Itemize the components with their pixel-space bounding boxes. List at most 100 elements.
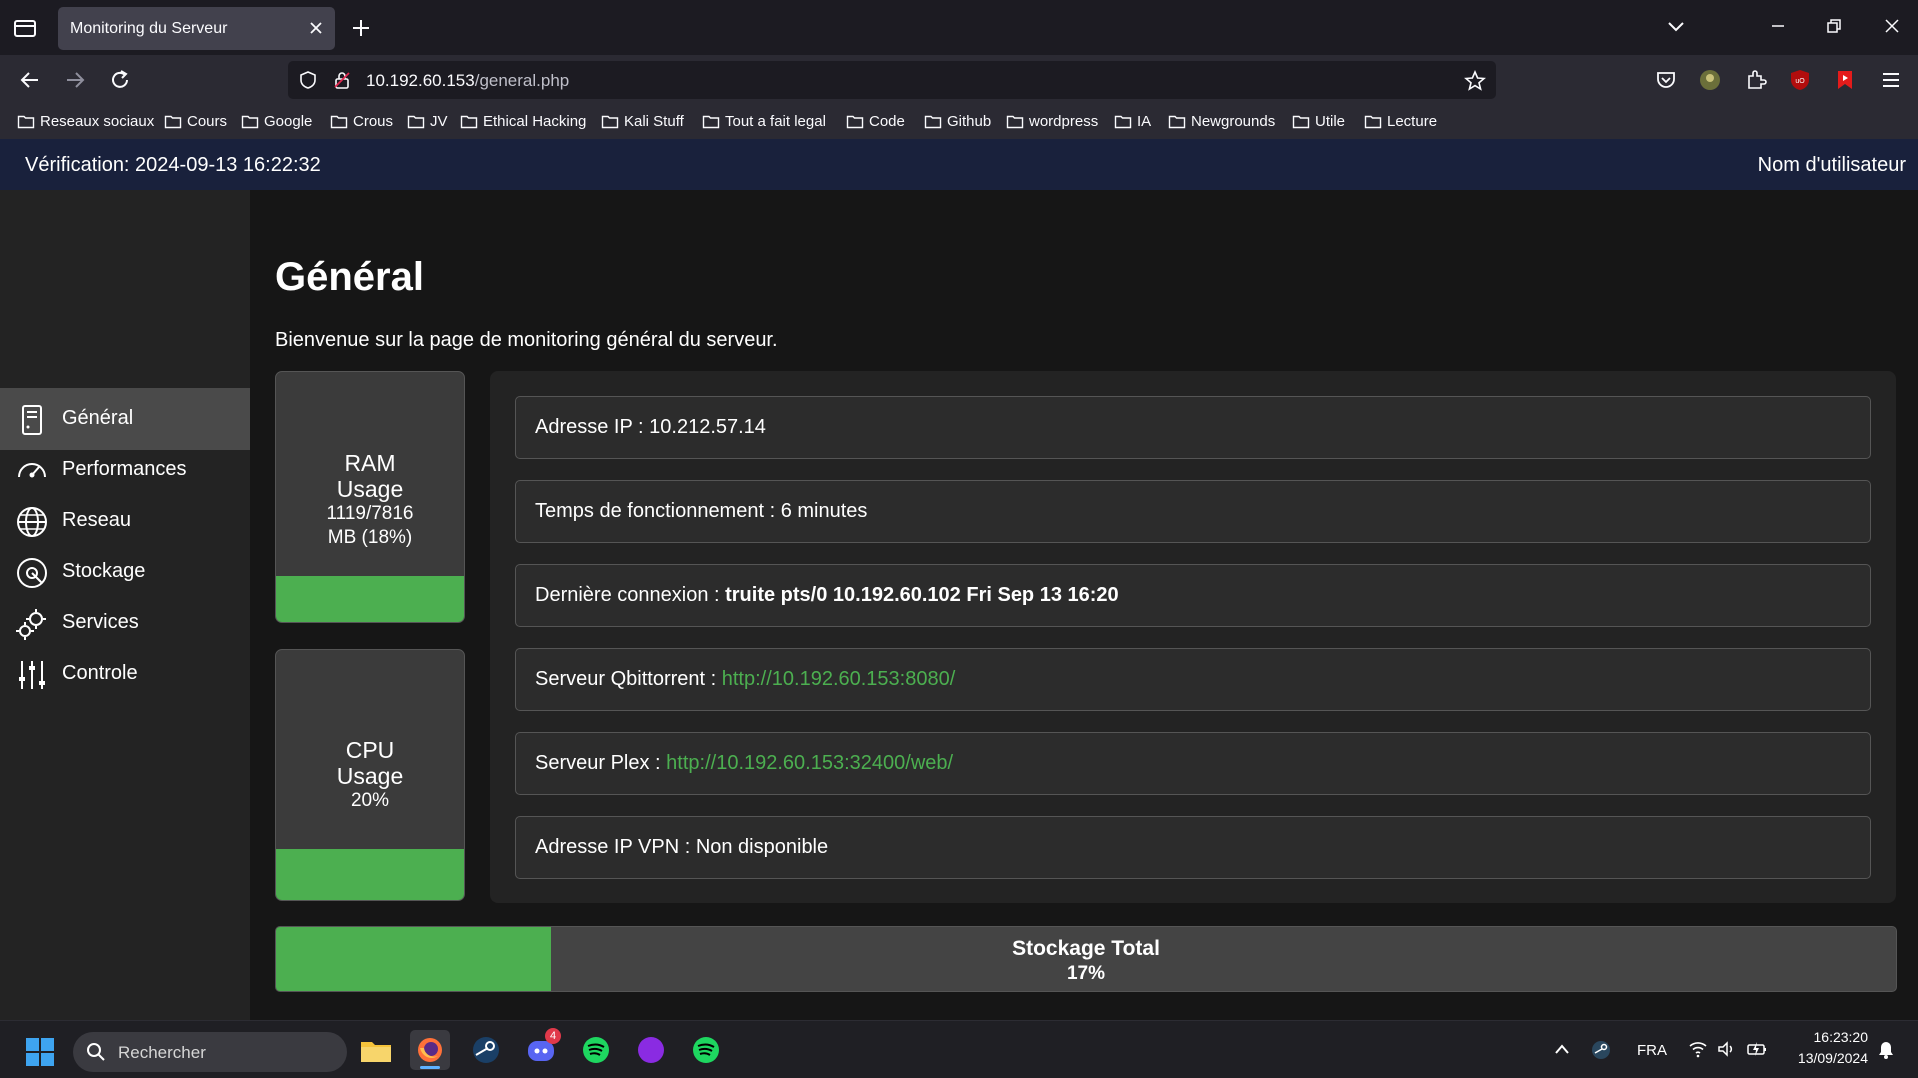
sidebar-item-controle[interactable]: Controle xyxy=(0,643,250,705)
storage-value: 17% xyxy=(1066,963,1106,984)
close-tab-icon[interactable] xyxy=(307,19,325,37)
volume-icon[interactable] xyxy=(1716,1040,1736,1058)
bookmark-star-icon[interactable] xyxy=(1464,70,1486,92)
bookmark-folder[interactable]: Lecture xyxy=(1364,113,1437,130)
bookmark-folder[interactable]: Newgrounds xyxy=(1168,113,1275,130)
info-row: Serveur Qbittorrent : http://10.192.60.1… xyxy=(515,648,1871,711)
ram-title: RAM xyxy=(344,450,396,476)
insecure-lock-icon[interactable] xyxy=(332,70,352,90)
spotify-icon[interactable] xyxy=(576,1030,616,1070)
bookmark-folder[interactable]: JV xyxy=(407,113,448,130)
new-tab-icon[interactable] xyxy=(350,17,372,39)
bookmark-folder[interactable]: IA xyxy=(1114,113,1151,130)
top-header: Vérification: 2024-09-13 16:22:32 Nom d'… xyxy=(0,139,1918,190)
folder-icon xyxy=(17,115,35,129)
folder-icon xyxy=(1364,115,1382,129)
sidebar-item-label: Controle xyxy=(62,662,138,684)
bookmark-folder[interactable]: wordpress xyxy=(1006,113,1098,130)
bookmark-label: Google xyxy=(264,113,313,130)
clock-date[interactable]: 13/09/2024 xyxy=(1785,1050,1868,1066)
folder-icon xyxy=(330,115,348,129)
info-row: Adresse IP : 10.212.57.14 xyxy=(515,396,1871,459)
info-link[interactable]: http://10.192.60.153:32400/web/ xyxy=(666,752,953,774)
show-hidden-icons-chevron-icon[interactable] xyxy=(1553,1042,1571,1056)
info-row: Adresse IP VPN : Non disponible xyxy=(515,816,1871,879)
sidebar: Général Performances Reseau Stockage Service… xyxy=(0,190,250,1020)
menu-hamburger-icon[interactable] xyxy=(1878,67,1904,93)
ram-value-mb: MB (18%) xyxy=(327,527,413,548)
steam-icon[interactable] xyxy=(466,1030,506,1070)
url-text: 10.192.60.153/general.php xyxy=(366,71,569,91)
extensions-puzzle-icon[interactable] xyxy=(1743,67,1769,93)
info-label: Serveur Plex : xyxy=(535,752,667,774)
tab-list-icon[interactable] xyxy=(12,16,38,40)
ram-usage-bar xyxy=(276,576,464,622)
browser-nav-bar: 10.192.60.153/general.php uO xyxy=(0,55,1918,105)
sidebar-item-label: Performances xyxy=(62,458,187,480)
bookmark-label: Github xyxy=(947,113,992,130)
folder-icon xyxy=(1114,115,1132,129)
globe-icon xyxy=(17,507,47,537)
file-explorer-icon[interactable] xyxy=(356,1030,396,1070)
notification-bell-icon[interactable] xyxy=(1876,1040,1896,1060)
cpu-value: 20% xyxy=(350,790,390,811)
ram-title-usage: Usage xyxy=(336,476,404,502)
search-icon xyxy=(87,1043,105,1061)
forward-arrow-icon[interactable] xyxy=(62,67,88,93)
bookmark-folder[interactable]: Github xyxy=(924,113,991,130)
folder-icon xyxy=(1168,115,1186,129)
bookmark-label: Newgrounds xyxy=(1191,113,1276,130)
bookmark-folder[interactable]: Google xyxy=(241,113,312,130)
bookmark-folder[interactable]: Kali Stuff xyxy=(601,113,684,130)
battery-charging-icon[interactable] xyxy=(1746,1040,1768,1058)
shield-icon[interactable] xyxy=(298,70,318,90)
bookmark-folder[interactable]: Reseaux sociaux xyxy=(17,113,154,130)
close-window-icon[interactable] xyxy=(1880,14,1904,38)
folder-icon xyxy=(407,115,425,129)
pocket-icon[interactable] xyxy=(1653,67,1679,93)
info-label: Serveur Qbittorrent : xyxy=(535,668,722,690)
windows-start-icon[interactable] xyxy=(25,1037,55,1067)
language-indicator[interactable]: FRA xyxy=(1637,1042,1667,1059)
folder-icon xyxy=(460,115,478,129)
address-bar[interactable]: 10.192.60.153/general.php xyxy=(288,61,1496,99)
bookmark-label: Kali Stuff xyxy=(624,113,684,130)
clock-time[interactable]: 16:23:20 xyxy=(1790,1029,1869,1045)
url-host: 10.192.60.153 xyxy=(366,71,475,90)
cpu-usage-card: CPU Usage 20% xyxy=(275,649,465,901)
info-value: 6 minutes xyxy=(780,500,868,522)
page-title: Général xyxy=(275,255,424,299)
discord-taskbar-button[interactable]: 4 xyxy=(521,1028,561,1070)
list-all-tabs-icon[interactable] xyxy=(1664,14,1688,38)
bookmark-label: Cours xyxy=(187,113,228,130)
username[interactable]: Nom d'utilisateur xyxy=(1758,154,1906,177)
browser-tab-active[interactable]: Monitoring du Serveur xyxy=(58,7,335,50)
bookmark-folder[interactable]: Code xyxy=(846,113,905,130)
firefox-taskbar-button[interactable] xyxy=(410,1030,450,1070)
bookmark-folder[interactable]: Ethical Hacking xyxy=(460,113,586,130)
info-label: Adresse IP VPN : xyxy=(535,836,696,858)
info-link[interactable]: http://10.192.60.153:8080/ xyxy=(722,668,956,690)
firefox-icon xyxy=(418,1038,442,1062)
folder-icon xyxy=(164,115,182,129)
wifi-icon[interactable] xyxy=(1688,1040,1708,1058)
reload-icon[interactable] xyxy=(107,67,133,93)
ublock-origin-icon[interactable]: uO xyxy=(1787,67,1813,93)
minimize-icon[interactable] xyxy=(1766,14,1790,38)
bookmark-folder[interactable]: Cours xyxy=(164,113,227,130)
steam-tray-icon[interactable] xyxy=(1590,1039,1612,1061)
folder-icon xyxy=(241,115,259,129)
extension-avatar-icon[interactable] xyxy=(1697,67,1723,93)
sliders-icon xyxy=(19,661,45,689)
spotify-second-icon[interactable] xyxy=(686,1030,726,1070)
taskbar-search[interactable]: Rechercher xyxy=(73,1032,347,1072)
back-arrow-icon[interactable] xyxy=(17,67,43,93)
restore-icon[interactable] xyxy=(1822,14,1846,38)
bookmark-label: Code xyxy=(869,113,905,130)
bookmark-folder[interactable]: Tout a fait legal xyxy=(702,113,826,130)
bookmark-folder[interactable]: Utile xyxy=(1292,113,1345,130)
youtube-extension-icon[interactable] xyxy=(1832,67,1858,93)
bookmark-folder[interactable]: Crous xyxy=(330,113,393,130)
info-text: Adresse IP VPN : Non disponible xyxy=(535,836,828,859)
purple-app-icon[interactable] xyxy=(631,1030,671,1070)
